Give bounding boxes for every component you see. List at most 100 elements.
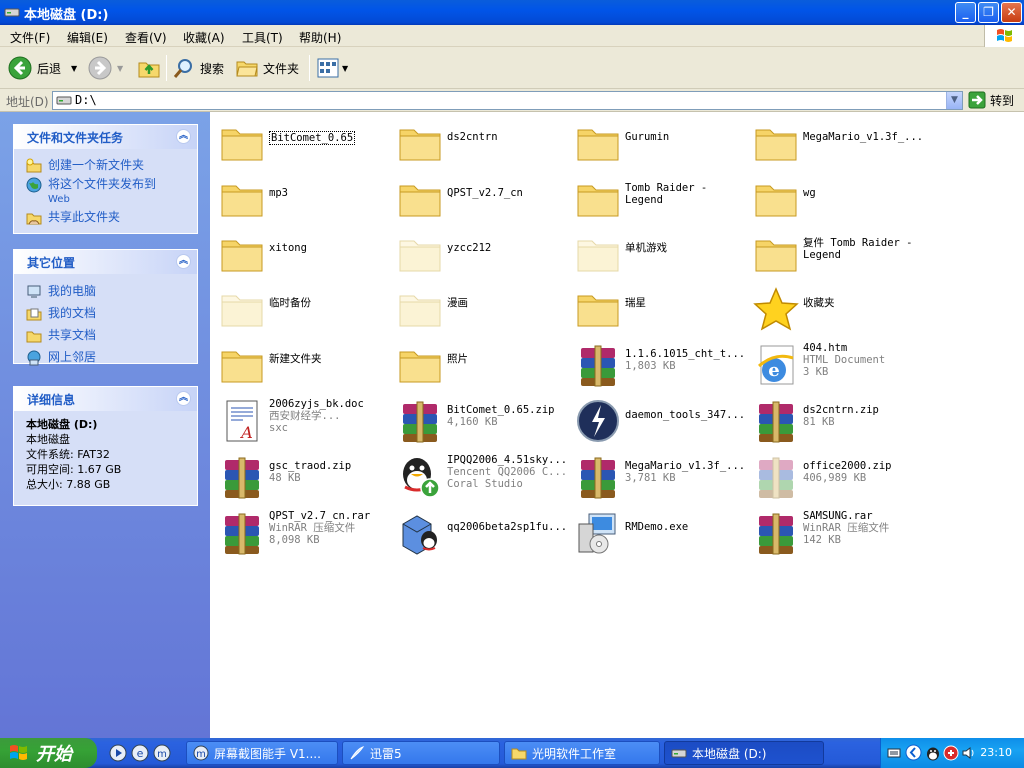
folder-icon xyxy=(575,176,621,222)
minimize-button[interactable]: _ xyxy=(955,2,976,23)
file-item-item[interactable]: 照片 xyxy=(393,337,571,391)
doc-icon: A xyxy=(219,398,265,444)
file-item-rmdemo-exe[interactable]: RMDemo.exe xyxy=(571,505,749,559)
show-hidden-icons-button[interactable] xyxy=(905,744,922,761)
file-item-ds2cntrn[interactable]: ds2cntrn xyxy=(393,115,571,169)
place-my-computer[interactable]: 我的电脑 xyxy=(26,284,189,300)
file-item-qpst-v2-7-cn-rar[interactable]: QPST_v2.7_cn.rar WinRAR 压缩文件 8,098 KB xyxy=(215,505,393,559)
file-item-megamario-v1-3f[interactable]: MegaMario_v1.3f_... xyxy=(749,115,927,169)
file-item-megamario-v1-3f[interactable]: MegaMario_v1.3f_... 3,781 KB xyxy=(571,449,749,503)
file-name: 漫画 xyxy=(447,297,468,309)
file-item-tomb-raider-legend[interactable]: 复件 Tomb Raider - Legend xyxy=(749,226,927,280)
file-item-office2000-zip[interactable]: office2000.zip 406,989 KB xyxy=(749,449,927,503)
address-input[interactable]: D:\ ▼ xyxy=(52,91,963,110)
folder-icon xyxy=(753,231,799,277)
menu-favorites[interactable]: 收藏(A) xyxy=(183,29,225,46)
file-item-404-htm[interactable]: e 404.htm HTML Document 3 KB xyxy=(749,337,927,391)
file-item-item[interactable]: 瑞星 xyxy=(571,281,749,335)
app-quicklaunch-icon[interactable]: m xyxy=(153,744,171,762)
collapse-icon[interactable]: ︽ xyxy=(176,129,191,144)
menu-help[interactable]: 帮助(H) xyxy=(299,29,341,46)
file-item-mp3[interactable]: mp3 xyxy=(215,171,393,225)
file-item-tomb-raider-legend[interactable]: Tomb Raider - Legend xyxy=(571,171,749,225)
go-button[interactable]: 转到 xyxy=(968,91,1014,109)
file-item-qpst-v2-7-cn[interactable]: QPST_v2.7_cn xyxy=(393,171,571,225)
task-share-folder[interactable]: 共享此文件夹 xyxy=(26,210,189,226)
back-button[interactable]: 后退 ▼ xyxy=(8,54,77,82)
menu-file[interactable]: 文件(F) xyxy=(10,29,50,46)
folder-icon xyxy=(753,120,799,166)
file-item-item[interactable]: 新建文件夹 xyxy=(215,337,393,391)
menu-tools[interactable]: 工具(T) xyxy=(242,29,283,46)
close-button[interactable]: ✕ xyxy=(1001,2,1022,23)
file-item-daemon-tools-347[interactable]: daemon_tools_347... xyxy=(571,393,749,447)
file-item-qq2006beta2sp1fu[interactable]: qq2006beta2sp1fu... xyxy=(393,505,571,559)
title-bar[interactable]: 本地磁盘 (D:) _ ❐ ✕ xyxy=(0,0,1024,25)
media-player-icon[interactable] xyxy=(109,744,127,762)
other-places-header[interactable]: 其它位置 ︽ xyxy=(14,250,197,274)
file-item-samsung-rar[interactable]: SAMSUNG.rar WinRAR 压缩文件 142 KB xyxy=(749,505,927,559)
file-item-gurumin[interactable]: Gurumin xyxy=(571,115,749,169)
keyboard-icon[interactable] xyxy=(887,746,901,760)
file-item-wg[interactable]: wg xyxy=(749,171,927,225)
file-item-gsc-traod-zip[interactable]: gsc_traod.zip 48 KB xyxy=(215,449,393,503)
forward-dropdown-icon: ▼ xyxy=(117,63,124,73)
back-dropdown-icon[interactable]: ▼ xyxy=(71,64,77,73)
qq-tray-icon[interactable] xyxy=(925,745,941,761)
start-button[interactable]: 开始 xyxy=(0,738,97,768)
views-button[interactable]: ▼ xyxy=(317,54,348,82)
file-item-ds2cntrn-zip[interactable]: ds2cntrn.zip 81 KB xyxy=(749,393,927,447)
menu-view[interactable]: 查看(V) xyxy=(125,29,167,46)
place-network[interactable]: 网上邻居 xyxy=(26,350,189,366)
folder-icon xyxy=(397,120,443,166)
taskbar-button-label: 本地磁盘 (D:) xyxy=(692,746,767,761)
folders-button[interactable]: 文件夹 xyxy=(236,54,299,82)
taskbar-button-folder[interactable]: 光明软件工作室 xyxy=(504,741,660,765)
antivirus-tray-icon[interactable] xyxy=(943,745,959,761)
file-tasks-header[interactable]: 文件和文件夹任务 ︽ xyxy=(14,125,197,149)
file-item-ipqq2006-4-51sky[interactable]: IPQQ2006_4.51sky... Tencent QQ2006 C... C… xyxy=(393,449,571,503)
place-my-documents[interactable]: 我的文档 xyxy=(26,306,189,322)
taskbar-button-screenshot[interactable]: m 屏幕截图能手 V1.... xyxy=(186,741,338,765)
file-item-bitcomet-0-65[interactable]: BitComet_0.65 xyxy=(215,115,393,169)
other-places-panel: 其它位置 ︽ 我的电脑 我的文档 共享文档 网上邻居 xyxy=(13,249,198,366)
collapse-icon[interactable]: ︽ xyxy=(176,254,191,269)
file-description: 48 KB xyxy=(269,472,301,484)
winrar-icon xyxy=(753,398,799,444)
details-header[interactable]: 详细信息 ︽ xyxy=(14,387,197,411)
browser-quicklaunch-icon[interactable]: e xyxy=(131,744,149,762)
speaker-tray-icon[interactable] xyxy=(961,745,977,761)
address-dropdown-icon[interactable]: ▼ xyxy=(946,92,962,109)
file-name: 收藏夹 xyxy=(803,297,835,309)
task-publish-web[interactable]: 将这个文件夹发布到 Web xyxy=(26,177,189,207)
collapse-icon[interactable]: ︽ xyxy=(176,391,191,406)
search-button[interactable]: 搜索 xyxy=(173,54,224,82)
file-tasks-panel: 文件和文件夹任务 ︽ 创建一个新文件夹 将这个文件夹发布到 Web 共享此文件夹 xyxy=(13,124,198,234)
file-item-item[interactable]: 临时备份 xyxy=(215,281,393,335)
file-item-2006zyjs-bk-doc[interactable]: A 2006zyjs_bk.doc 西安财经学... sxc xyxy=(215,393,393,447)
menu-edit[interactable]: 编辑(E) xyxy=(67,29,108,46)
go-label: 转到 xyxy=(990,93,1015,108)
up-button[interactable] xyxy=(137,54,161,82)
maximize-button[interactable]: ❐ xyxy=(978,2,999,23)
forward-button[interactable]: ▼ xyxy=(88,54,123,82)
menu-bar: 文件(F) 编辑(E) 查看(V) 收藏(A) 工具(T) 帮助(H) xyxy=(0,25,1024,47)
file-item-item[interactable]: 漫画 xyxy=(393,281,571,335)
file-item-1-1-6-1015-cht-t[interactable]: 1.1.6.1015_cht_t... 1,803 KB xyxy=(571,337,749,391)
task-new-folder[interactable]: 创建一个新文件夹 xyxy=(26,158,189,174)
file-name: BitComet_0.65 xyxy=(269,131,356,145)
file-item-item[interactable]: 单机游戏 xyxy=(571,226,749,280)
file-item-xitong[interactable]: xitong xyxy=(215,226,393,280)
place-shared-documents[interactable]: 共享文档 xyxy=(26,328,189,344)
file-name: QPST_v2.7_cn xyxy=(447,187,523,199)
file-description: 1,803 KB xyxy=(625,360,676,372)
taskbar-button-local-disk[interactable]: 本地磁盘 (D:) xyxy=(664,741,824,765)
folder-icon xyxy=(511,748,527,760)
file-name: wg xyxy=(803,187,816,199)
winrar-icon xyxy=(575,454,621,500)
file-item-bitcomet-0-65-zip[interactable]: BitComet_0.65.zip 4,160 KB xyxy=(393,393,571,447)
task-label: 创建一个新文件夹 xyxy=(48,158,145,172)
taskbar-button-xunlei[interactable]: 迅雷5 xyxy=(342,741,500,765)
file-item-item[interactable]: 收藏夹 xyxy=(749,281,927,335)
file-item-yzcc212[interactable]: yzcc212 xyxy=(393,226,571,280)
